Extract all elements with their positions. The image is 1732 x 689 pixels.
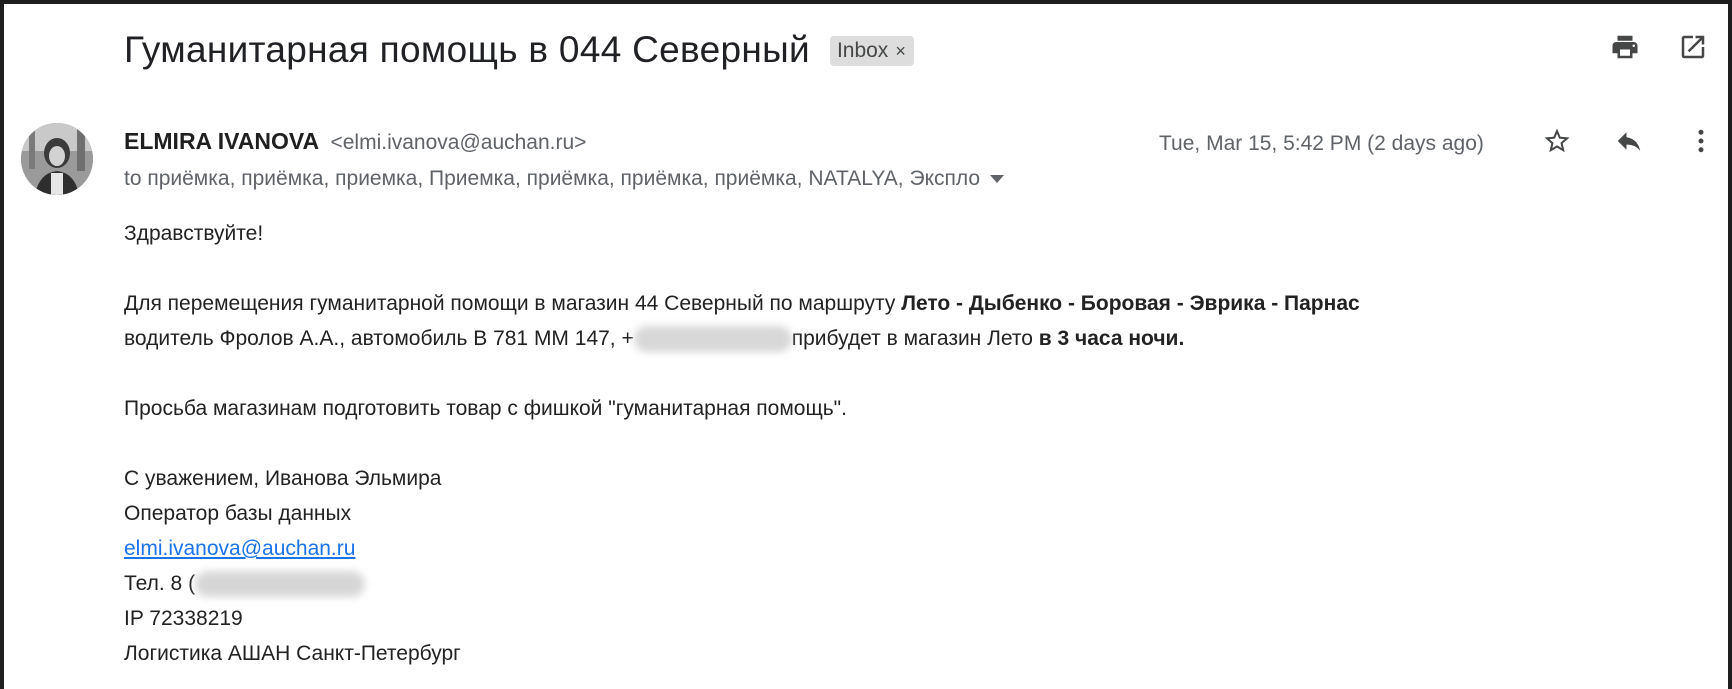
route-paragraph: Для перемещения гуманитарной помощи в ма… [124, 286, 1708, 321]
driver-text: водитель Фролов А.А., автомобиль В 781 М… [124, 327, 634, 350]
remove-label-button[interactable]: × [895, 41, 906, 62]
signature-regards: С уважением, Иванова Эльмира [124, 467, 442, 490]
open-in-new-window-icon[interactable] [1676, 30, 1710, 64]
signature-phone: Тел. 8 ( [124, 566, 1708, 601]
redacted-phone-number [195, 571, 366, 598]
recipients-text: to приёмка, приёмка, приемка, Приемка, п… [124, 167, 981, 190]
email-view: Гуманитарная помощь в 044 Северный Inbox… [4, 4, 1728, 689]
sender-name[interactable]: ELMIRA IVANOVA [124, 128, 319, 154]
star-icon[interactable] [1540, 124, 1574, 158]
signature-email-link[interactable]: elmi.ivanova@auchan.ru [124, 537, 355, 560]
sender-email: <elmi.ivanova@auchan.ru> [330, 131, 587, 154]
label-chip-text: Inbox [836, 39, 889, 62]
thread-actions [1608, 30, 1710, 64]
print-icon[interactable] [1608, 30, 1642, 64]
arrival-time: в 3 часа ночи. [1038, 327, 1185, 350]
signature-department: Логистика АШАН Санкт-Петербург [124, 642, 461, 665]
more-vert-icon[interactable] [1684, 124, 1718, 158]
signature-ip: IP 72338219 [124, 607, 243, 630]
reply-icon[interactable] [1612, 124, 1646, 158]
sender-avatar[interactable] [21, 123, 93, 195]
greeting: Здравствуйте! [124, 222, 264, 245]
inbox-label-chip[interactable]: Inbox × [829, 36, 914, 66]
arrival-text: прибудет в магазин Лето [791, 327, 1039, 350]
driver-paragraph: водитель Фролов А.А., автомобиль В 781 М… [124, 321, 1708, 356]
subject-row: Гуманитарная помощь в 044 Северный Inbox… [124, 26, 914, 74]
message-actions [1540, 124, 1718, 158]
signature-email-line: elmi.ivanova@auchan.ru [124, 531, 1708, 566]
phone-prefix: Тел. 8 ( [124, 572, 196, 595]
sender-line: ELMIRA IVANOVA <elmi.ivanova@auchan.ru> [124, 128, 586, 155]
route-text: Для перемещения гуманитарной помощи в ма… [124, 292, 902, 315]
request-paragraph: Просьба магазинам подготовить товар с фи… [124, 397, 847, 420]
redacted-phone [633, 326, 792, 353]
email-subject: Гуманитарная помощь в 044 Северный [124, 29, 810, 70]
chevron-down-icon[interactable] [990, 175, 1005, 183]
route-stops: Лето - Дыбенко - Боровая - Эврика - Парн… [901, 292, 1360, 315]
message-body: Здравствуйте! Для перемещения гуманитарн… [124, 216, 1708, 671]
recipients-line: to приёмка, приёмка, приемка, Приемка, п… [124, 167, 1005, 191]
message-date: Tue, Mar 15, 5:42 PM (2 days ago) [1159, 132, 1484, 155]
signature-position: Оператор базы данных [124, 502, 352, 525]
